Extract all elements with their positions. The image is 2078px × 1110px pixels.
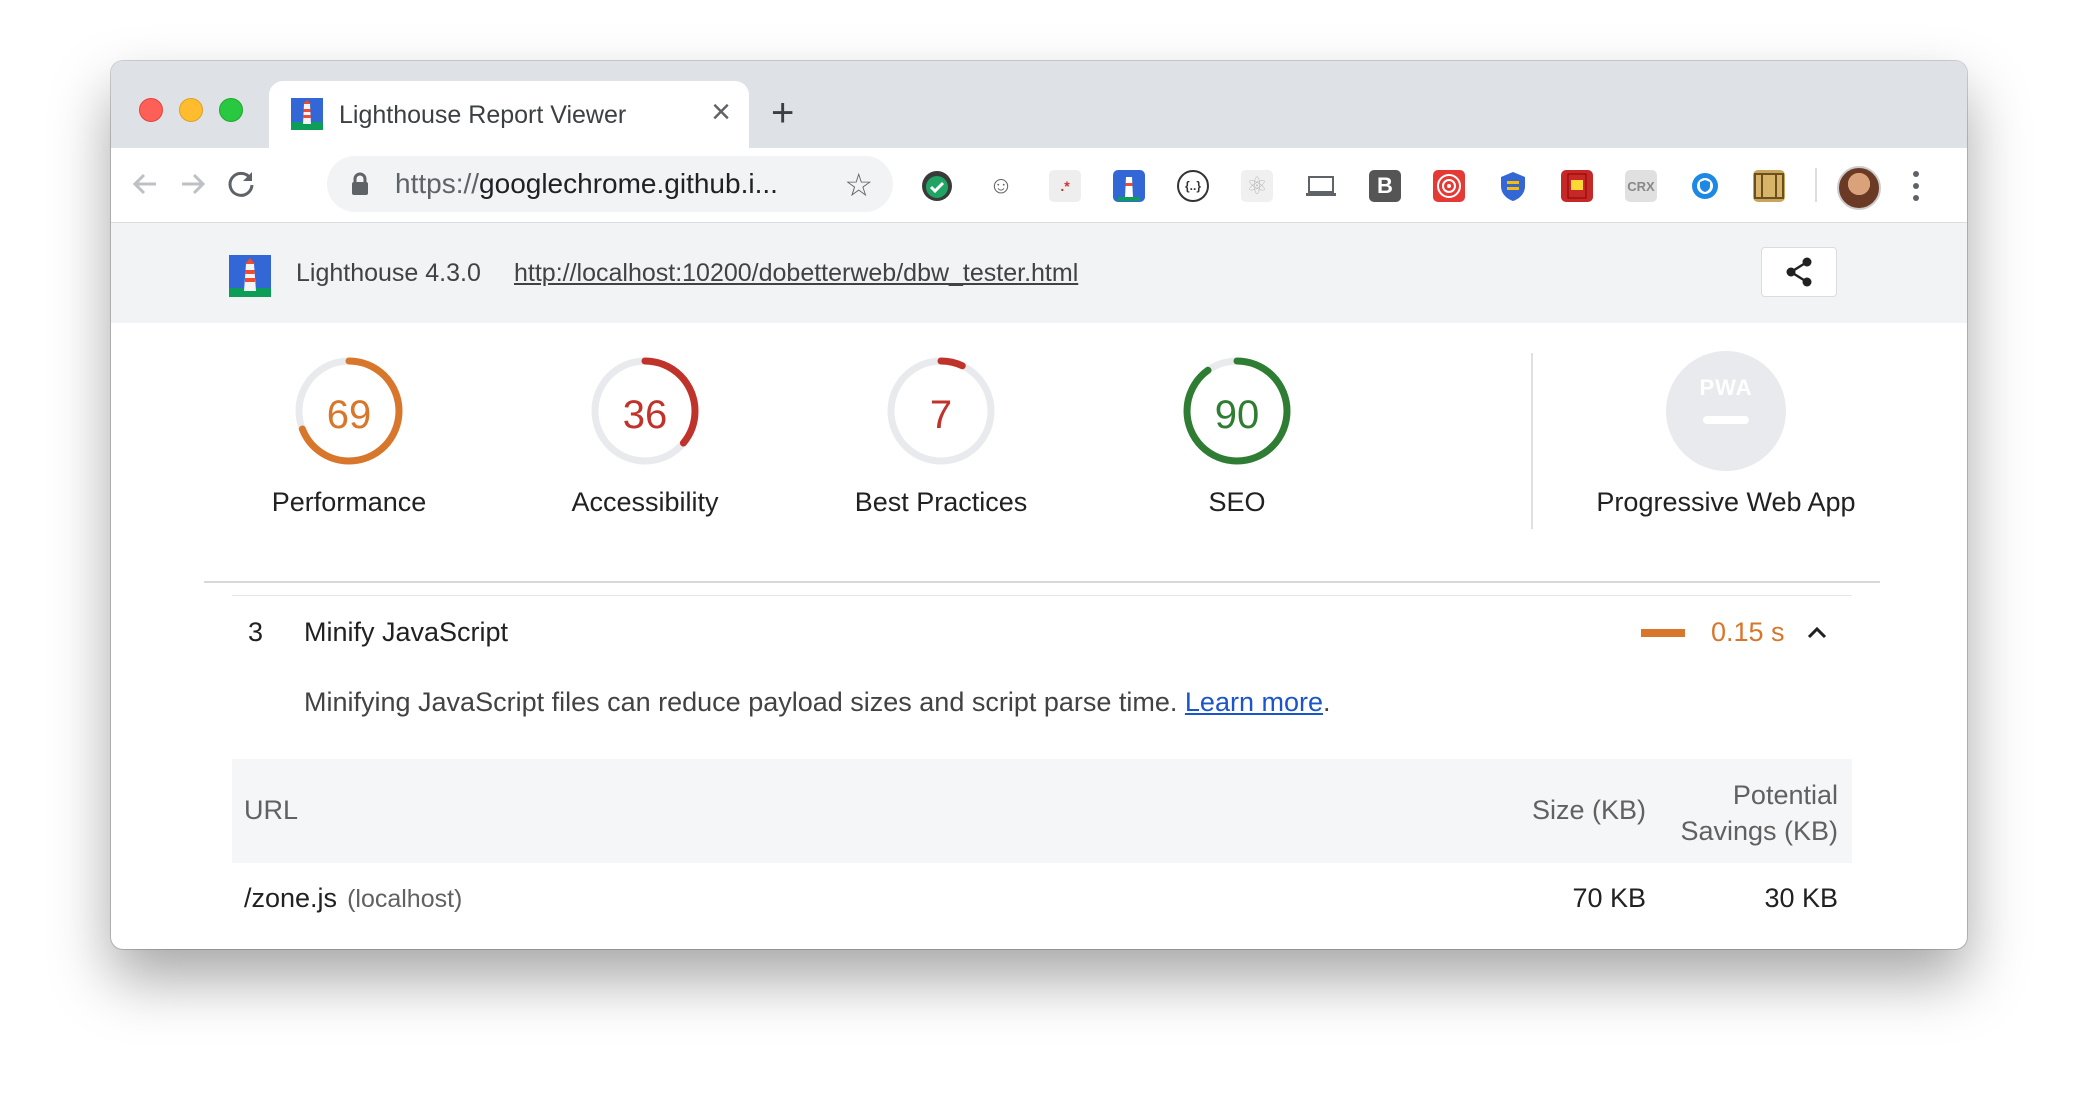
gauge-separator — [1531, 353, 1533, 529]
gauge-label: Accessibility — [571, 487, 719, 517]
column-header-url: URL — [244, 795, 299, 825]
device-extension-icon[interactable] — [1305, 170, 1337, 202]
bold-b-extension-icon[interactable]: B — [1369, 170, 1401, 202]
gauge-label: SEO — [1208, 487, 1266, 517]
forward-button[interactable] — [171, 162, 215, 206]
cell-size: 70 KB — [1572, 883, 1646, 913]
gauge-1[interactable]: 36 Accessibility — [495, 351, 795, 518]
audit-description-text: Minifying JavaScript files can reduce pa… — [304, 687, 1185, 717]
audit-description: Minifying JavaScript files can reduce pa… — [304, 687, 1331, 718]
audit-value: 0.15 s — [1711, 617, 1785, 647]
tested-url-link[interactable]: http://localhost:10200/dobetterweb/dbw_t… — [514, 259, 1078, 288]
gauge-0[interactable]: 69 Performance — [199, 351, 499, 518]
lighthouse-extension-icon[interactable] — [1113, 170, 1145, 202]
pwa-dash — [1703, 416, 1749, 424]
gauge-label: Best Practices — [854, 487, 1028, 517]
bookmark-star-icon[interactable]: ☆ — [844, 166, 873, 204]
tab-title: Lighthouse Report Viewer — [339, 101, 627, 129]
tab-strip: Lighthouse Report Viewer × + — [111, 61, 1967, 148]
lighthouse-favicon-icon — [291, 98, 323, 130]
url-scheme: https:// — [395, 168, 480, 199]
window-minimize-button[interactable] — [179, 98, 203, 122]
toolbar-separator — [1815, 168, 1817, 202]
audit-index: 3 — [248, 617, 264, 647]
ghost-extension-icon[interactable]: ☺ — [985, 170, 1017, 202]
window-close-button[interactable] — [139, 98, 163, 122]
report-header: Lighthouse 4.3.0 http://localhost:10200/… — [111, 223, 1967, 323]
memory-card-extension-icon[interactable] — [1561, 170, 1593, 202]
film-extension-icon[interactable] — [1753, 170, 1785, 202]
browser-toolbar: https://googlechrome.github.i... ☆ ☺ .* … — [111, 148, 1967, 223]
crx-extension-icon[interactable]: CRX — [1625, 170, 1657, 202]
gauge-score: 7 — [929, 393, 953, 437]
pwa-gauge[interactable]: PWA Progressive Web App — [1551, 351, 1901, 518]
target-extension-icon[interactable] — [1433, 170, 1465, 202]
url-host: googlechrome.github.i... — [479, 168, 778, 199]
cell-url-path: /zone.js — [244, 883, 338, 913]
audit-severity-bar — [1641, 629, 1685, 637]
share-button[interactable] — [1761, 247, 1837, 297]
url-text: https://googlechrome.github.i... — [395, 168, 778, 200]
gauge-score: 36 — [622, 393, 668, 437]
tab-lighthouse-report-viewer[interactable]: Lighthouse Report Viewer × — [269, 81, 749, 148]
back-arrow-icon — [132, 173, 156, 195]
browser-menu-icon[interactable] — [1911, 168, 1921, 204]
profile-avatar[interactable] — [1837, 166, 1881, 210]
cell-url: /zone.js (localhost) — [244, 883, 462, 914]
gauge-label: Performance — [271, 487, 427, 517]
gauge-score: 69 — [326, 393, 372, 437]
divider — [232, 595, 1852, 596]
cell-url-host: (localhost) — [347, 885, 463, 913]
audit-description-end: . — [1322, 687, 1331, 717]
new-tab-button[interactable]: + — [771, 93, 794, 133]
pwa-label: Progressive Web App — [1596, 487, 1856, 517]
json-extension-icon[interactable]: {..} — [1177, 170, 1209, 202]
audit-title[interactable]: Minify JavaScript — [304, 617, 508, 648]
reload-icon — [228, 171, 254, 197]
learn-more-link[interactable]: Learn more — [1185, 687, 1323, 717]
lighthouse-version: Lighthouse 4.3.0 — [296, 259, 481, 287]
tab-close-icon[interactable]: × — [711, 95, 731, 129]
regex-extension-icon[interactable]: .* — [1049, 170, 1081, 202]
column-header-size: Size (KB) — [1531, 795, 1646, 825]
gauge-2[interactable]: 7 Best Practices — [791, 351, 1091, 518]
privacy-extension-icon[interactable] — [1689, 170, 1721, 202]
column-header-savings-line1: Potential — [1732, 780, 1838, 810]
table-row: /zone.js (localhost) 70 KB 30 KB — [232, 863, 1852, 933]
divider — [204, 581, 1880, 583]
address-bar[interactable]: https://googlechrome.github.i... ☆ — [327, 156, 893, 212]
chevron-up-icon[interactable] — [1805, 617, 1829, 649]
gauge-3[interactable]: 90 SEO — [1087, 351, 1387, 518]
column-header-savings: Potential Savings (KB) — [1638, 777, 1838, 849]
reload-button[interactable] — [219, 162, 263, 206]
pwa-badge-icon: PWA — [1666, 351, 1786, 471]
forward-arrow-icon — [182, 173, 206, 195]
lock-icon — [352, 172, 368, 195]
pwa-badge-text: PWA — [1699, 375, 1753, 400]
back-button[interactable] — [123, 162, 167, 206]
check-shield-extension-icon[interactable] — [921, 170, 953, 202]
window-maximize-button[interactable] — [219, 98, 243, 122]
cell-savings: 30 KB — [1764, 883, 1838, 913]
column-header-savings-line2: Savings (KB) — [1680, 816, 1838, 846]
lighthouse-logo-icon — [229, 255, 271, 297]
shield-extension-icon[interactable] — [1497, 170, 1529, 202]
table-header: URL Size (KB) Potential Savings (KB) — [232, 759, 1852, 863]
gauge-score: 90 — [1214, 393, 1260, 437]
browser-window: Lighthouse Report Viewer × + https://goo… — [111, 61, 1967, 949]
react-extension-icon[interactable]: ⚛ — [1241, 170, 1273, 202]
share-icon — [1786, 257, 1812, 287]
